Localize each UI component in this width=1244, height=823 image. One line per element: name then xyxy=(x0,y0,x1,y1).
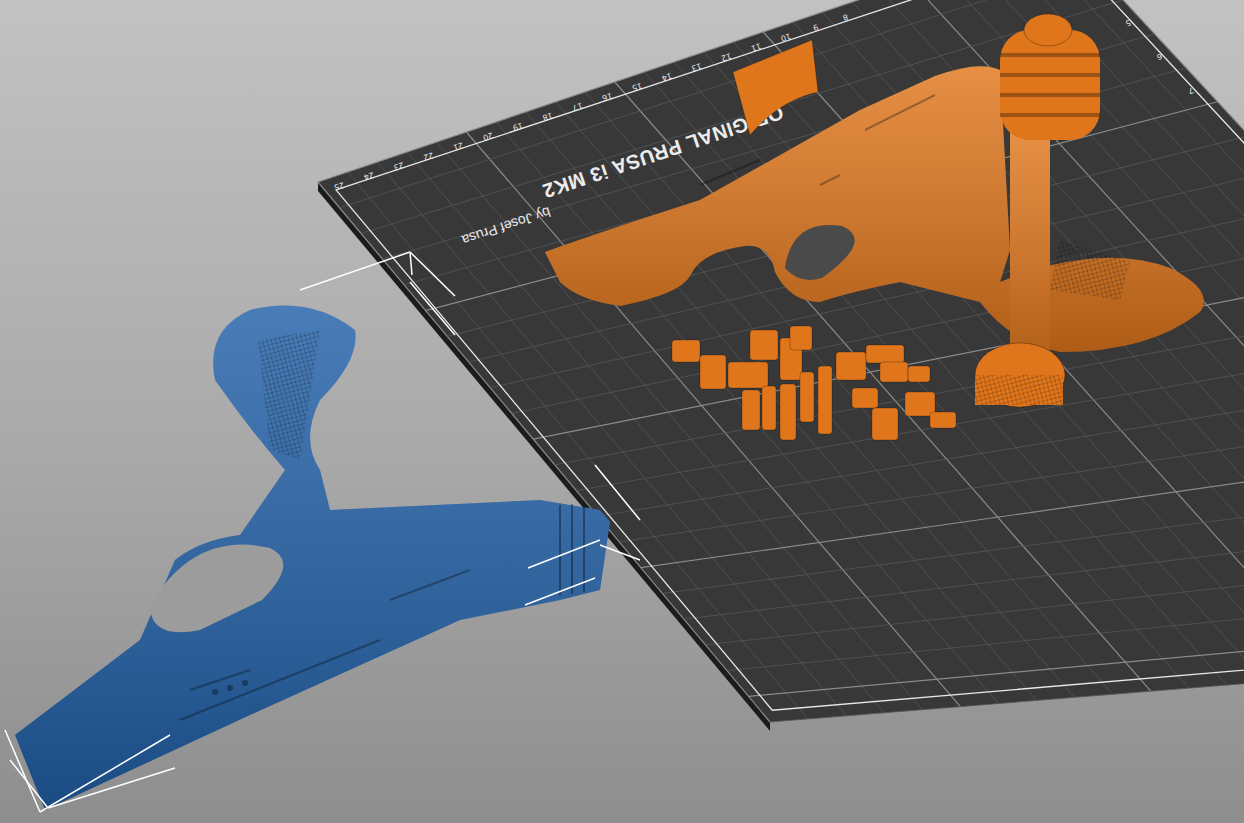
ruler-label: 12 xyxy=(720,51,733,63)
ruler-label: 15 xyxy=(631,81,644,93)
grid-line xyxy=(684,509,1244,619)
grid-line xyxy=(727,577,1244,670)
bounding-box-line xyxy=(40,735,170,812)
bounding-box-line xyxy=(5,730,40,812)
ruler-label: 16 xyxy=(601,91,614,103)
ruler-label: 14 xyxy=(660,71,673,83)
bounding-box-line xyxy=(595,465,640,520)
bounding-box-line xyxy=(410,282,455,335)
bounding-box-line xyxy=(525,578,595,605)
frame-part[interactable] xyxy=(545,66,1204,352)
ruler-label: 11 xyxy=(750,41,763,53)
grid-line xyxy=(662,475,1244,593)
grid-line xyxy=(576,339,1244,490)
bed-subtitle: by Josef Prusa xyxy=(460,204,553,249)
ruler-label: 21 xyxy=(452,140,465,152)
bounding-box-line xyxy=(410,252,412,275)
bounding-box-line xyxy=(48,768,175,808)
ruler-label: 5 xyxy=(1124,18,1132,28)
ruler-label: 24 xyxy=(363,170,376,182)
ruler-label: 6 xyxy=(1156,51,1164,61)
ruler-label: 18 xyxy=(541,111,554,123)
grid-line xyxy=(598,373,1244,516)
grid-line xyxy=(748,611,1244,696)
ruler-label: 19 xyxy=(512,120,525,132)
ruler-label: 23 xyxy=(392,160,405,172)
bounding-box-line xyxy=(600,545,640,560)
bounding-box-line xyxy=(300,252,410,290)
grid-line xyxy=(705,543,1244,645)
grid-line xyxy=(641,441,1244,567)
grid-line xyxy=(619,407,1244,542)
3d-viewport[interactable]: 2524232221201918171615141312111098567ORI… xyxy=(0,0,1244,823)
ruler-label: 13 xyxy=(690,61,703,73)
ruler-label: 7 xyxy=(1187,85,1195,95)
ruler-label: 25 xyxy=(333,180,346,192)
bounding-box-line xyxy=(10,760,48,808)
ruler-label: 10 xyxy=(780,31,793,43)
cap-part[interactable] xyxy=(733,40,818,135)
barrel-part[interactable] xyxy=(975,14,1100,407)
ruler-label: 22 xyxy=(422,150,435,162)
grid-line xyxy=(770,645,1244,722)
ruler-label: 9 xyxy=(812,22,820,32)
ruler-label: 20 xyxy=(482,130,495,142)
ruler-label: 17 xyxy=(571,101,584,113)
ruler-label: 8 xyxy=(842,12,850,22)
small-parts[interactable] xyxy=(672,326,956,440)
bounding-box-line xyxy=(528,540,600,568)
blaster-part[interactable] xyxy=(5,252,640,812)
plater-scene[interactable]: 2524232221201918171615141312111098567ORI… xyxy=(0,0,1244,823)
